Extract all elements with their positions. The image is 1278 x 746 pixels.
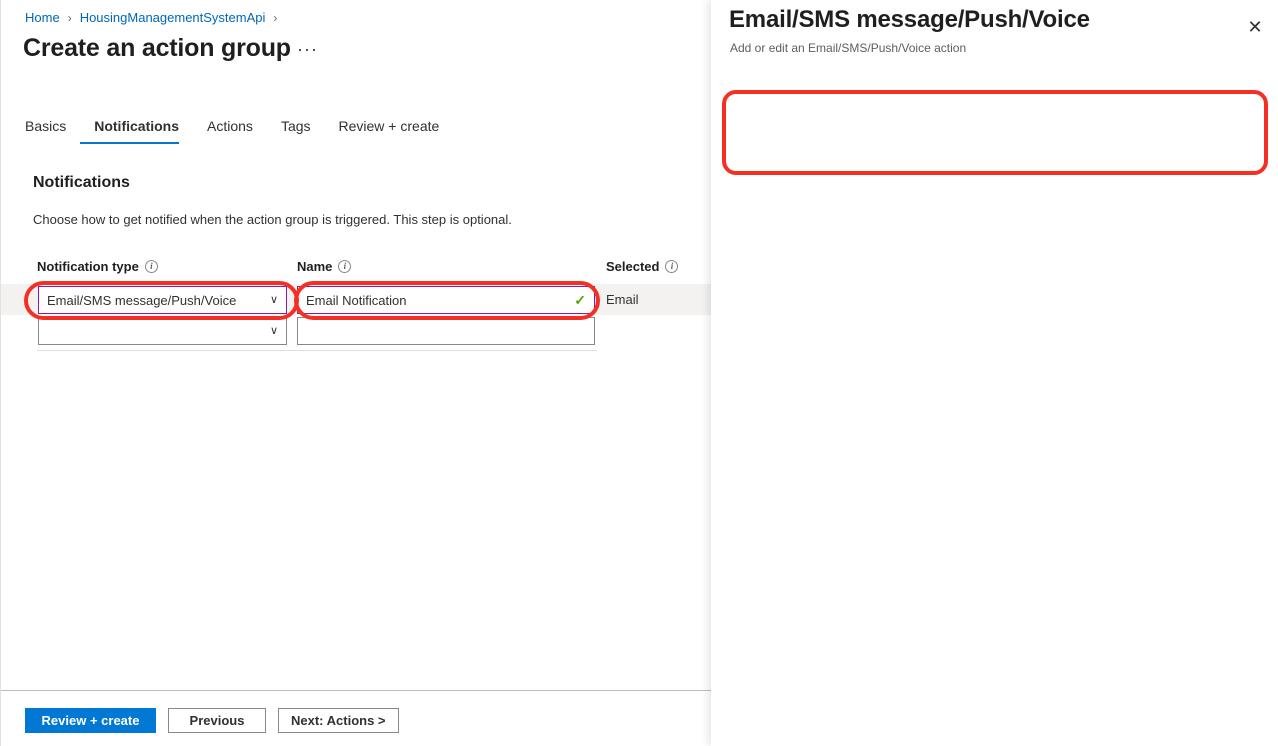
- tab-basics[interactable]: Basics: [25, 118, 80, 144]
- grid-divider: [37, 350, 597, 351]
- column-header-name: Name i: [297, 259, 352, 274]
- previous-button[interactable]: Previous: [168, 708, 266, 733]
- breadcrumb-separator-icon: ›: [67, 10, 72, 25]
- section-description: Choose how to get notified when the acti…: [33, 212, 512, 227]
- notification-type-dropdown-row2[interactable]: ∨: [38, 317, 287, 345]
- tab-notifications[interactable]: Notifications: [80, 118, 193, 144]
- info-icon[interactable]: i: [665, 260, 679, 273]
- column-header-label: Selected: [606, 259, 660, 274]
- pane-title: Email/SMS message/Push/Voice: [729, 6, 1090, 33]
- breadcrumb-separator-icon: ›: [273, 10, 278, 25]
- create-action-group-blade: Home › HousingManagementSystemApi › Crea…: [0, 0, 711, 746]
- tab-review-create[interactable]: Review + create: [325, 118, 454, 144]
- next-actions-button[interactable]: Next: Actions >: [278, 708, 399, 733]
- notification-type-dropdown-row1[interactable]: Email/SMS message/Push/Voice ∨: [38, 286, 287, 314]
- more-options-icon[interactable]: ···: [297, 40, 318, 58]
- column-header-label: Name: [297, 259, 333, 274]
- selected-value-row1: Email: [606, 292, 639, 307]
- breadcrumb-item-home[interactable]: Home: [25, 10, 60, 25]
- wizard-tabs: Basics Notifications Actions Tags Review…: [25, 118, 453, 144]
- info-icon[interactable]: i: [338, 260, 352, 273]
- info-icon[interactable]: i: [144, 260, 158, 273]
- close-icon[interactable]: ✕: [1240, 12, 1270, 42]
- chevron-down-icon: ∨: [269, 324, 278, 337]
- notification-name-input-row1[interactable]: Email Notification ✓: [297, 286, 595, 314]
- chevron-down-icon: ∨: [269, 293, 278, 306]
- pane-subtitle: Add or edit an Email/SMS/Push/Voice acti…: [730, 41, 967, 55]
- column-header-label: Notification type: [37, 259, 139, 274]
- footer-divider: [1, 690, 711, 691]
- notification-name-value: Email Notification: [306, 292, 407, 308]
- valid-check-icon: ✓: [574, 292, 586, 308]
- breadcrumb: Home › HousingManagementSystemApi ›: [25, 10, 285, 25]
- column-header-notification-type: Notification type i: [37, 259, 158, 274]
- email-sms-push-voice-pane: Email/SMS message/Push/Voice Add or edit…: [711, 0, 1278, 746]
- notification-type-value: Email/SMS message/Push/Voice: [47, 292, 237, 308]
- notification-name-input-row2[interactable]: [297, 317, 595, 345]
- page-title: Create an action group: [23, 34, 291, 62]
- section-title: Notifications: [33, 174, 130, 191]
- wizard-footer: Review + create Previous Next: Actions >: [25, 708, 399, 733]
- tab-actions[interactable]: Actions: [193, 118, 267, 144]
- column-header-selected: Selected i: [606, 259, 679, 274]
- review-create-button[interactable]: Review + create: [25, 708, 156, 733]
- breadcrumb-item-resource[interactable]: HousingManagementSystemApi: [80, 10, 266, 25]
- tab-tags[interactable]: Tags: [267, 118, 325, 144]
